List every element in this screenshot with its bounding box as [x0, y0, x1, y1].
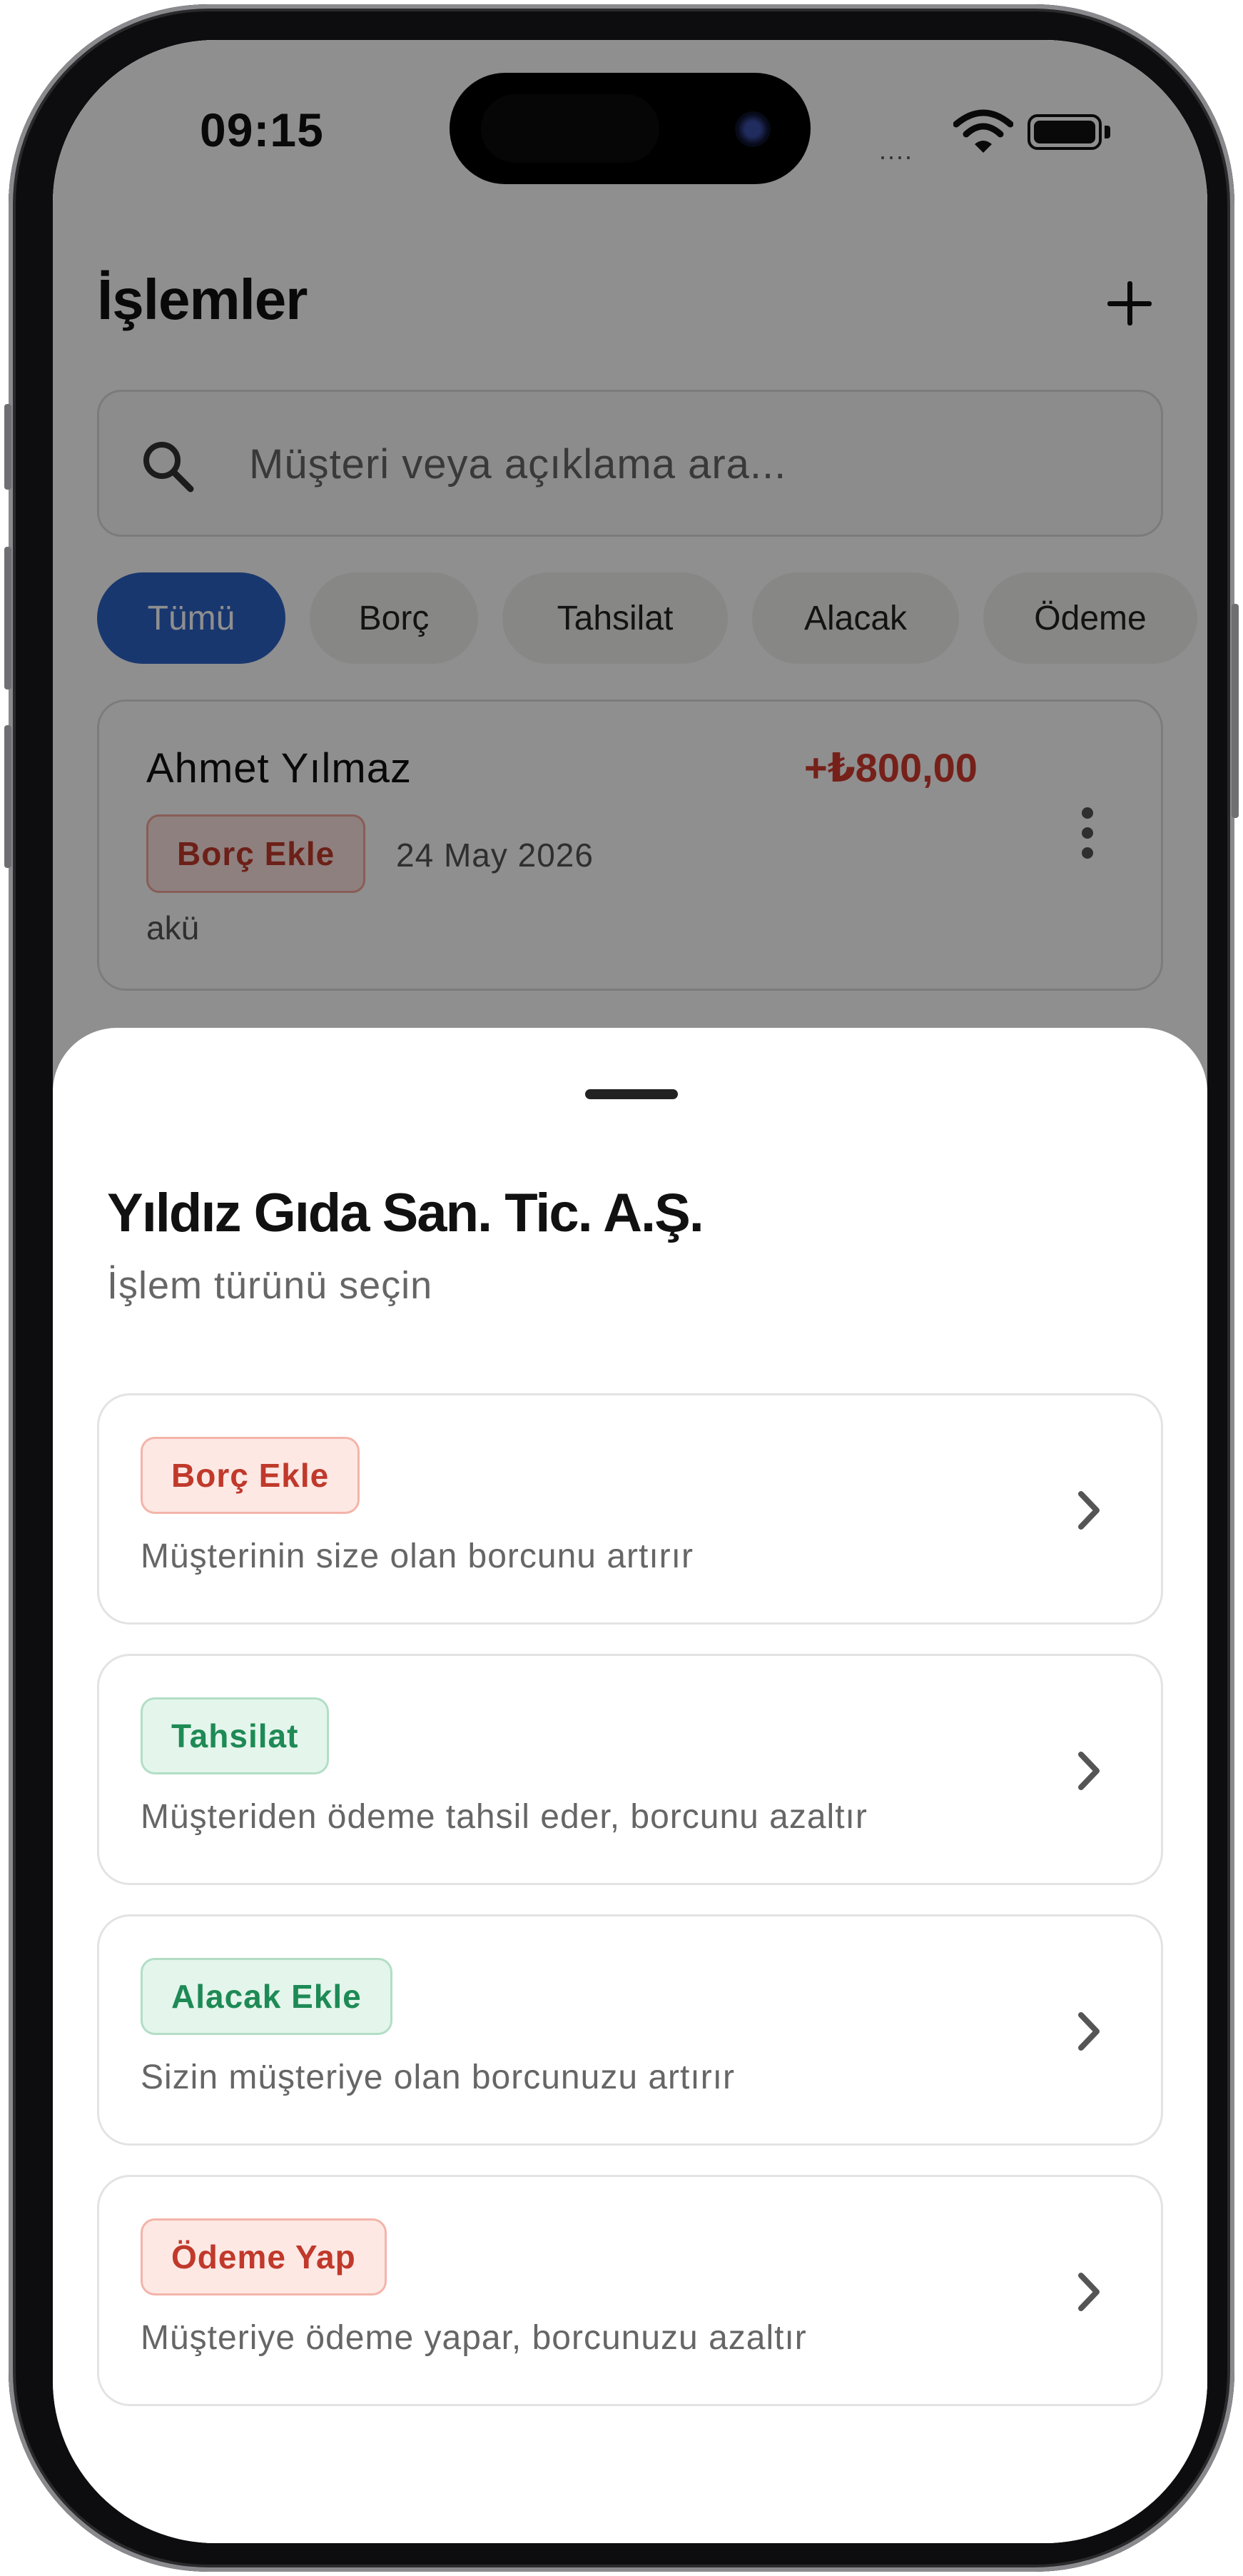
- phone-frame: 09:15 .... İşlemler Müşteri veya açıklam…: [4, 4, 1239, 2572]
- volume-down-button: [4, 725, 11, 868]
- option-collection[interactable]: Tahsilat Müşteriden ödeme tahsil eder, b…: [97, 1654, 1163, 1885]
- option-badge: Borç Ekle: [141, 1437, 360, 1514]
- chevron-right-icon: [1078, 2273, 1100, 2311]
- option-description: Müşteriden ödeme tahsil eder, borcunu az…: [141, 1798, 868, 1836]
- chevron-right-icon: [1078, 2012, 1100, 2051]
- option-description: Müşteriye ödeme yapar, borcunuzu azaltır: [141, 2319, 807, 2357]
- sheet-title: Yıldız Gıda San. Tic. A.Ş.: [107, 1183, 704, 1243]
- screen: 09:15 .... İşlemler Müşteri veya açıklam…: [53, 40, 1207, 2543]
- option-badge: Alacak Ekle: [141, 1958, 392, 2035]
- chevron-right-icon: [1078, 1752, 1100, 1790]
- transaction-type-sheet: Yıldız Gıda San. Tic. A.Ş. İşlem türünü …: [53, 1028, 1207, 2543]
- chevron-right-icon: [1078, 1491, 1100, 1530]
- option-badge: Tahsilat: [141, 1697, 330, 1774]
- volume-up-button: [4, 547, 11, 690]
- option-description: Sizin müşteriye olan borcunuzu artırır: [141, 2059, 735, 2096]
- sheet-grabber[interactable]: [585, 1089, 678, 1099]
- option-make-payment[interactable]: Ödeme Yap Müşteriye ödeme yapar, borcunu…: [97, 2175, 1163, 2406]
- option-add-debt[interactable]: Borç Ekle Müşterinin size olan borcunu a…: [97, 1393, 1163, 1625]
- power-button: [1232, 604, 1239, 818]
- action-button: [4, 404, 11, 490]
- option-badge: Ödeme Yap: [141, 2218, 387, 2295]
- option-add-receivable[interactable]: Alacak Ekle Sizin müşteriye olan borcunu…: [97, 1914, 1163, 2146]
- sheet-subtitle: İşlem türünü seçin: [107, 1264, 433, 1307]
- option-description: Müşterinin size olan borcunu artırır: [141, 1537, 694, 1575]
